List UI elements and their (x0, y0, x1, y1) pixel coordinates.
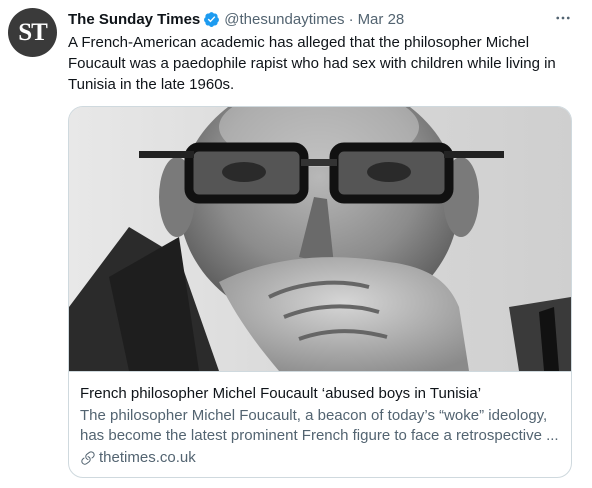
more-dots-glyph (556, 16, 570, 20)
tweet-date[interactable]: Mar 28 (358, 11, 405, 28)
card-title[interactable]: French philosopher Michel Foucault ‘abus… (80, 384, 560, 404)
display-name[interactable]: The Sunday Times (68, 11, 200, 28)
more-options-icon[interactable] (552, 8, 574, 28)
card-domain-text[interactable]: thetimes.co.uk (99, 448, 196, 468)
separator-dot: · (348, 10, 354, 28)
card-domain[interactable]: thetimes.co.uk (80, 448, 560, 468)
avatar-initials: ST (18, 18, 48, 46)
tweet[interactable]: ST The Sunday Times @thesundaytimes · Ma… (0, 0, 592, 488)
card-body[interactable]: French philosopher Michel Foucault ‘abus… (69, 371, 571, 477)
tweet-header: The Sunday Times @thesundaytimes · Mar 2… (68, 9, 404, 29)
verified-badge-icon (204, 11, 220, 27)
link-card[interactable]: French philosopher Michel Foucault ‘abus… (68, 106, 572, 478)
tweet-text: A French-American academic has alleged t… (68, 34, 556, 93)
card-description: The philosopher Michel Foucault, a beaco… (80, 407, 559, 444)
handle[interactable]: @thesundaytimes (224, 11, 344, 28)
avatar[interactable]: ST (8, 8, 57, 57)
card-image[interactable] (69, 107, 571, 371)
link-icon (81, 451, 95, 465)
